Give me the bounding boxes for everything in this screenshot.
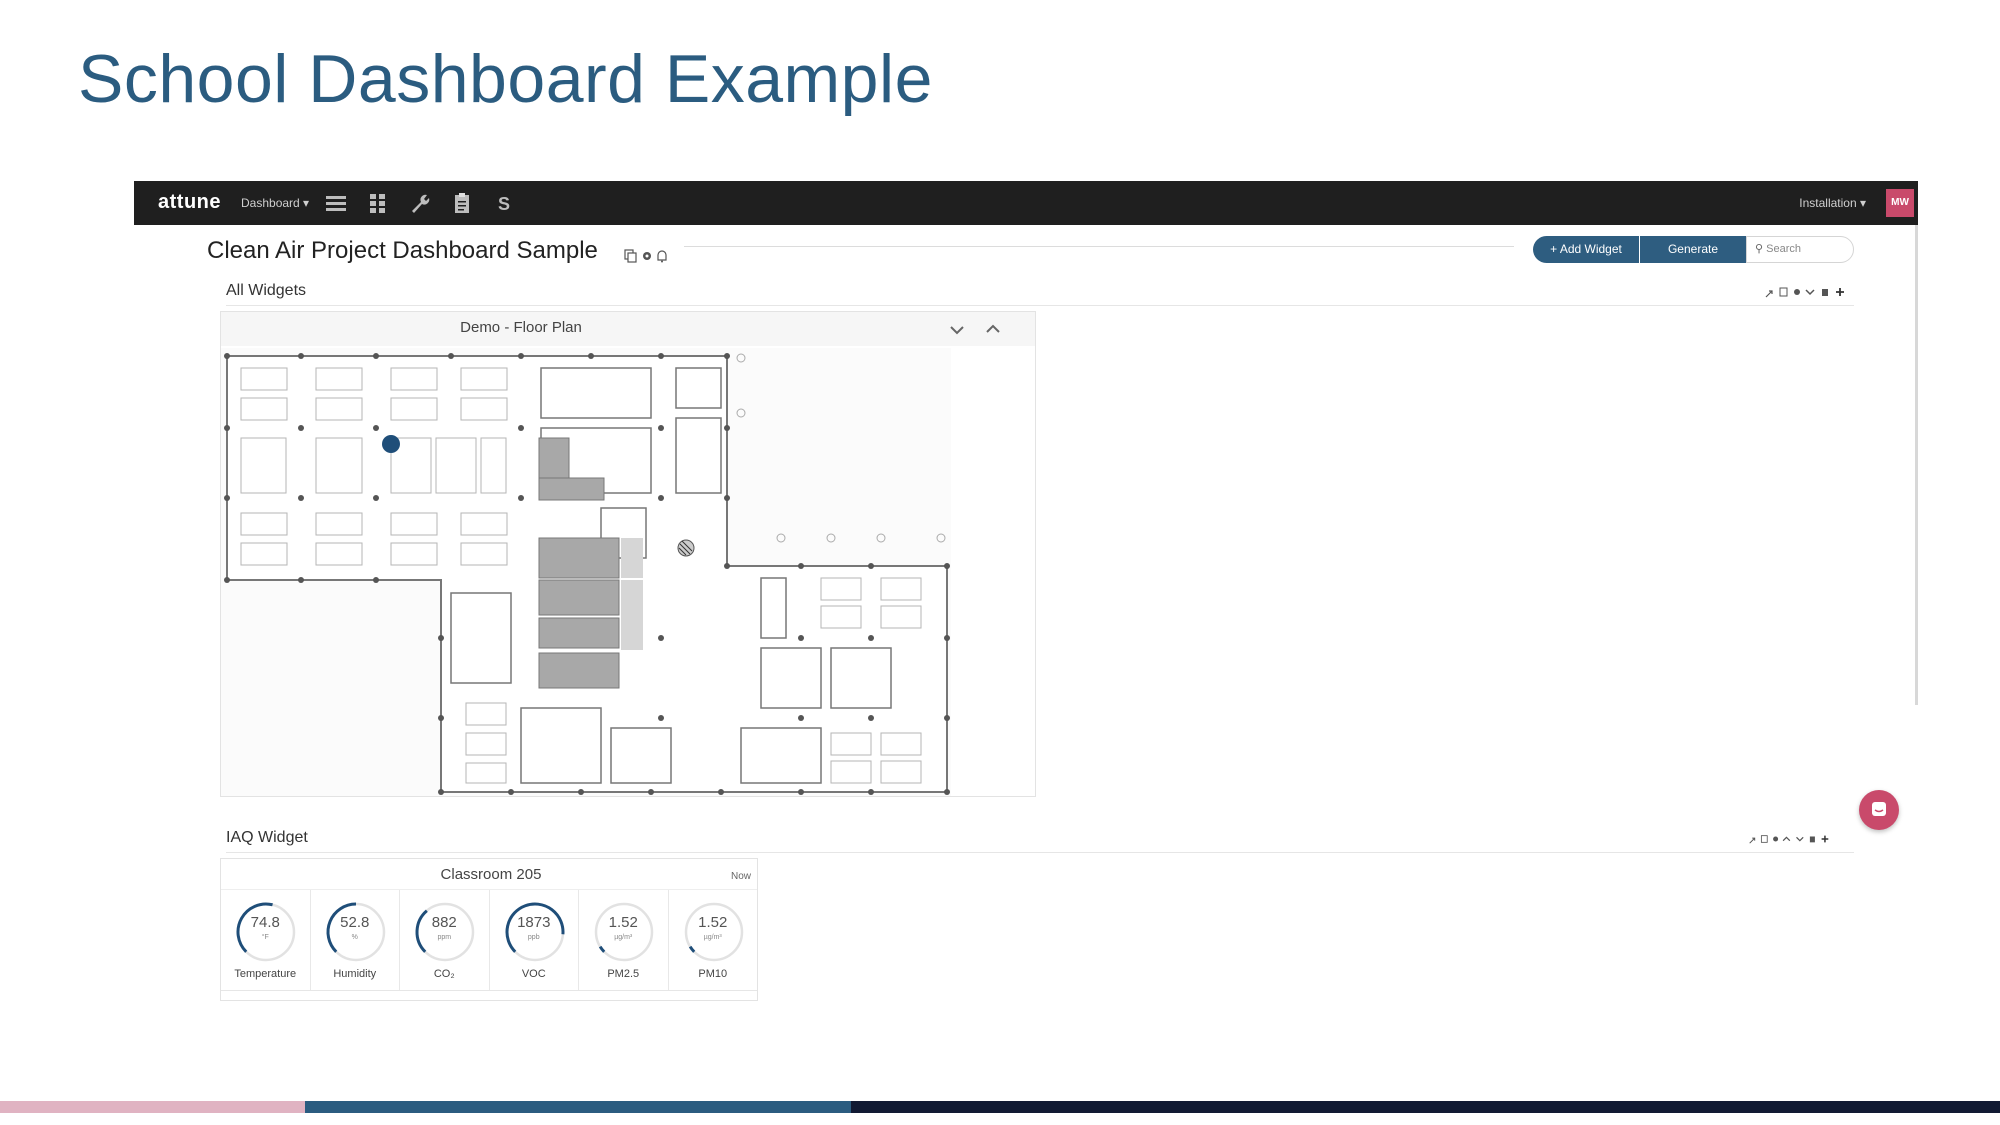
dashboard-menu[interactable]: Dashboard ▾ [241,196,309,210]
top-navbar: attune Dashboard ▾ S Installation ▾ MW [134,181,1918,225]
iaq-widget: Classroom 205 Now 74.8 °F Temperature 52… [220,858,758,1001]
section-divider [226,852,1854,853]
user-avatar[interactable]: MW [1886,189,1914,217]
floor-plan-widget: Demo - Floor Plan [220,311,1036,797]
copy-icon[interactable] [1779,287,1788,297]
gauge-humidity [326,902,385,962]
floor-plan-header: Demo - Floor Plan [221,312,1035,346]
expand-icon[interactable] [1749,837,1756,844]
gauge-voc [505,902,564,962]
metric-unit: µg/m³ [703,934,722,941]
floor-plan-map[interactable] [221,348,1035,796]
metric-temperature[interactable]: 74.8 °F Temperature [221,890,311,991]
gauge-pm25 [594,902,654,962]
gear-icon[interactable] [1773,836,1779,842]
list-icon[interactable] [324,191,348,215]
footer-bar-navy [851,1101,2000,1113]
grid-icon[interactable] [366,191,390,215]
attune-logo[interactable]: attune [158,191,221,214]
metric-unit: ppb [527,934,540,941]
metric-label: CO₂ [433,968,455,980]
section-tools-iaq-widget [1749,835,1829,844]
footer-bar-blue [305,1101,851,1113]
chat-button[interactable] [1859,790,1899,830]
section-label-all-widgets: All Widgets [226,282,307,299]
title-tools [624,249,667,263]
metric-value: 882 [431,914,457,931]
section-tools-all-widgets [1765,287,1844,298]
chat-icon [1872,802,1886,816]
chevron-up-icon[interactable] [1782,836,1791,842]
metric-value: 1.52 [608,914,638,931]
metric-label: PM2.5 [607,968,640,980]
dashboard-title: Clean Air Project Dashboard Sample [207,237,598,264]
metric-voc[interactable]: 1873 ppb VOC [490,890,579,991]
iaq-divider [221,990,757,991]
metric-unit: °F [261,934,269,941]
add-widget-button[interactable]: + Add Widget [1533,236,1639,263]
floor-plan-title: Demo - Floor Plan [460,319,582,336]
metric-pm25[interactable]: 1.52 µg/m³ PM2.5 [579,890,669,991]
wrench-icon[interactable] [408,191,432,215]
metric-unit: µg/m³ [614,934,633,941]
expand-icon[interactable] [1765,290,1773,298]
search-placeholder: Search [1766,243,1801,255]
metric-pm10[interactable]: 1.52 µg/m³ PM10 [669,890,758,991]
footer-color-bars [0,1101,2000,1113]
plus-icon[interactable] [1836,288,1844,296]
dashboard-app: attune Dashboard ▾ S Installation ▾ MW C… [134,181,1918,1021]
metric-label: PM10 [698,968,728,980]
chevron-down-icon[interactable] [1805,289,1815,296]
metric-value: 74.8 [250,914,280,931]
metric-label: Humidity [333,968,377,980]
gauge-pm10 [684,902,743,962]
metric-humidity[interactable]: 52.8 % Humidity [311,890,400,991]
metric-unit: ppm [437,934,452,941]
iaq-metrics: 74.8 °F Temperature 52.8 % Humidity 882 [221,889,757,991]
copy-icon[interactable] [624,249,637,263]
clipboard-icon[interactable] [450,191,474,215]
footer-bar-pink [0,1101,305,1113]
metric-co2[interactable]: 882 ppm CO₂ [400,890,490,991]
trash-icon[interactable] [1822,289,1828,296]
s-icon[interactable]: S [492,191,516,215]
gear-icon[interactable] [643,252,651,260]
metric-value: 52.8 [340,914,370,931]
metric-value: 1.52 [698,914,728,931]
iaq-time-label: Now [730,871,751,882]
iaq-room-title: Classroom 205 [440,866,542,883]
metric-value: 1873 [517,914,551,931]
chevron-down-icon[interactable] [949,324,965,336]
metric-unit: % [351,934,358,941]
gauge-temperature [236,902,296,962]
chevron-up-icon[interactable] [985,323,1001,335]
search-input[interactable]: ⚲ Search [1746,236,1854,263]
section-divider [226,305,1854,306]
section-label-iaq-widget: IAQ Widget [226,829,308,846]
svg-text:S: S [498,194,510,214]
trash-icon[interactable] [1809,836,1815,843]
plus-icon[interactable] [1821,835,1829,843]
bell-icon[interactable] [657,250,667,263]
gauge-co2 [415,902,475,962]
chevron-down-icon[interactable] [1796,836,1804,842]
title-divider [684,246,1514,247]
metric-label: VOC [521,968,546,980]
gear-icon[interactable] [1794,289,1800,295]
vertical-scrollbar[interactable] [1915,225,1918,705]
installation-menu[interactable]: Installation ▾ [1799,196,1866,210]
search-icon: ⚲ [1755,243,1764,255]
sensor-marker-icon[interactable] [382,435,400,453]
generate-button[interactable]: Generate [1640,236,1746,263]
metric-label: Temperature [234,968,297,980]
slide-title: School Dashboard Example [78,41,933,117]
copy-icon[interactable] [1760,835,1768,843]
